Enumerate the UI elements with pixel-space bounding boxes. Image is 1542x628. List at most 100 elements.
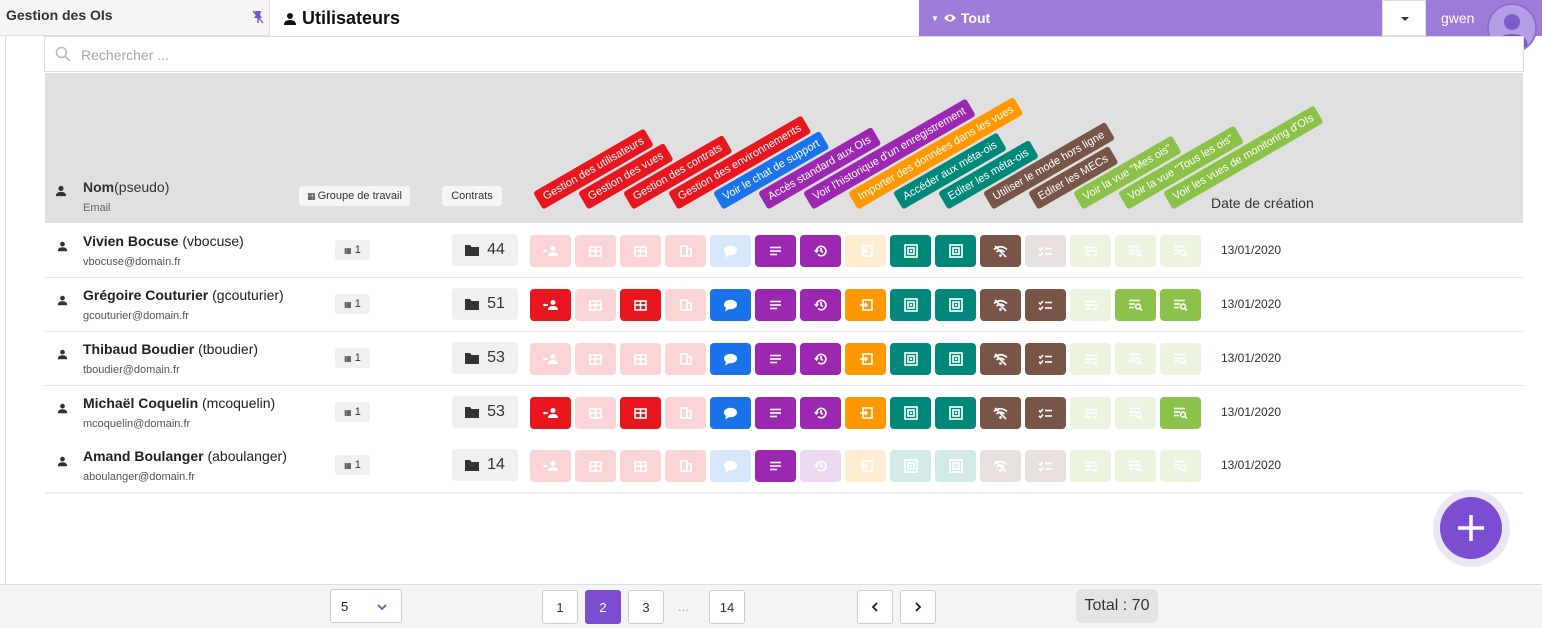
- permission-toggle-9[interactable]: [890, 235, 931, 267]
- permission-toggle-1[interactable]: [530, 397, 571, 429]
- permission-toggle-2[interactable]: [575, 289, 616, 321]
- column-header-date[interactable]: Date de création: [1211, 195, 1314, 211]
- permission-toggle-7[interactable]: [800, 289, 841, 321]
- permission-toggle-4[interactable]: [665, 450, 706, 482]
- permission-toggle-11[interactable]: [980, 397, 1021, 429]
- pin-icon[interactable]: [252, 10, 264, 24]
- permission-toggle-5[interactable]: [710, 450, 751, 482]
- permission-toggle-9[interactable]: [890, 289, 931, 321]
- table-row[interactable]: Thibaud Boudier (tboudier) tboudier@doma…: [45, 332, 1523, 386]
- scope-selector[interactable]: ▼ Tout: [919, 0, 1382, 36]
- page-button-1[interactable]: 1: [542, 590, 578, 624]
- permission-toggle-10[interactable]: [935, 450, 976, 482]
- permission-toggle-14[interactable]: [1115, 289, 1156, 321]
- permission-toggle-11[interactable]: [980, 450, 1021, 482]
- user-name-cell[interactable]: Amand Boulanger (aboulanger): [83, 448, 287, 464]
- permission-toggle-8[interactable]: [845, 397, 886, 429]
- table-row[interactable]: Michaël Coquelin (mcoquelin) mcoquelin@d…: [45, 386, 1523, 440]
- permission-toggle-15[interactable]: [1160, 235, 1201, 267]
- permission-toggle-3[interactable]: [620, 235, 661, 267]
- page-button-14[interactable]: 14: [709, 590, 745, 624]
- user-name-cell[interactable]: Michaël Coquelin (mcoquelin): [83, 395, 275, 411]
- user-name-cell[interactable]: Grégoire Couturier (gcouturier): [83, 287, 284, 303]
- permission-toggle-5[interactable]: [710, 235, 751, 267]
- table-row[interactable]: Amand Boulanger (aboulanger) aboulanger@…: [45, 439, 1523, 493]
- permission-toggle-10[interactable]: [935, 343, 976, 375]
- search-input[interactable]: Rechercher ...: [81, 47, 169, 63]
- permission-toggle-1[interactable]: [530, 289, 571, 321]
- column-header-name[interactable]: Nom(pseudo): [83, 179, 169, 195]
- contracts-count-button[interactable]: 53: [452, 396, 518, 428]
- permission-toggle-14[interactable]: [1115, 343, 1156, 375]
- permission-toggle-7[interactable]: [800, 450, 841, 482]
- permission-toggle-14[interactable]: [1115, 450, 1156, 482]
- contracts-count-button[interactable]: 44: [452, 234, 518, 266]
- permission-toggle-4[interactable]: [665, 235, 706, 267]
- permission-toggle-13[interactable]: [1070, 397, 1111, 429]
- permission-toggle-1[interactable]: [530, 235, 571, 267]
- permission-toggle-12[interactable]: [1025, 235, 1066, 267]
- permission-toggle-3[interactable]: [620, 343, 661, 375]
- permission-toggle-6[interactable]: [755, 450, 796, 482]
- permission-toggle-14[interactable]: [1115, 235, 1156, 267]
- permission-toggle-8[interactable]: [845, 235, 886, 267]
- permission-toggle-6[interactable]: [755, 397, 796, 429]
- next-page-button[interactable]: [900, 590, 936, 624]
- permission-toggle-3[interactable]: [620, 397, 661, 429]
- table-row[interactable]: Vivien Bocuse (vbocuse) vbocuse@domain.f…: [45, 224, 1523, 278]
- column-header-contracts[interactable]: Contrats: [442, 186, 502, 206]
- column-header-group[interactable]: ▦ Groupe de travail: [299, 186, 410, 206]
- contracts-count-button[interactable]: 51: [452, 288, 518, 320]
- per-page-select[interactable]: 5: [330, 589, 402, 623]
- add-user-button[interactable]: [1440, 497, 1502, 559]
- permission-toggle-15[interactable]: [1160, 343, 1201, 375]
- permission-toggle-13[interactable]: [1070, 235, 1111, 267]
- permission-toggle-10[interactable]: [935, 235, 976, 267]
- permission-toggle-13[interactable]: [1070, 343, 1111, 375]
- previous-page-button[interactable]: [857, 590, 893, 624]
- permission-toggle-2[interactable]: [575, 343, 616, 375]
- workgroup-badge[interactable]: ▦ 1: [335, 348, 370, 368]
- permission-toggle-9[interactable]: [890, 450, 931, 482]
- permission-toggle-5[interactable]: [710, 289, 751, 321]
- permission-toggle-13[interactable]: [1070, 450, 1111, 482]
- search-bar[interactable]: Rechercher ...: [44, 36, 1524, 72]
- permission-toggle-15[interactable]: [1160, 450, 1201, 482]
- permission-toggle-15[interactable]: [1160, 289, 1201, 321]
- table-row[interactable]: Grégoire Couturier (gcouturier) gcouturi…: [45, 278, 1523, 332]
- permission-toggle-4[interactable]: [665, 289, 706, 321]
- contracts-count-button[interactable]: 53: [452, 342, 518, 374]
- permission-toggle-12[interactable]: [1025, 343, 1066, 375]
- permission-toggle-13[interactable]: [1070, 289, 1111, 321]
- permission-toggle-6[interactable]: [755, 343, 796, 375]
- permission-toggle-1[interactable]: [530, 343, 571, 375]
- permission-toggle-2[interactable]: [575, 397, 616, 429]
- workgroup-badge[interactable]: ▦ 1: [335, 402, 370, 422]
- permission-toggle-6[interactable]: [755, 289, 796, 321]
- permission-toggle-15[interactable]: [1160, 397, 1201, 429]
- permission-toggle-3[interactable]: [620, 289, 661, 321]
- permission-toggle-4[interactable]: [665, 343, 706, 375]
- permission-toggle-11[interactable]: [980, 343, 1021, 375]
- permission-toggle-7[interactable]: [800, 343, 841, 375]
- page-button-3[interactable]: 3: [628, 590, 664, 624]
- permission-toggle-12[interactable]: [1025, 289, 1066, 321]
- permission-toggle-10[interactable]: [935, 397, 976, 429]
- permission-toggle-6[interactable]: [755, 235, 796, 267]
- permission-toggle-7[interactable]: [800, 235, 841, 267]
- permission-toggle-9[interactable]: [890, 397, 931, 429]
- permission-toggle-3[interactable]: [620, 450, 661, 482]
- permission-toggle-8[interactable]: [845, 450, 886, 482]
- permission-toggle-2[interactable]: [575, 450, 616, 482]
- permission-toggle-7[interactable]: [800, 397, 841, 429]
- permission-toggle-12[interactable]: [1025, 397, 1066, 429]
- user-name-cell[interactable]: Vivien Bocuse (vbocuse): [83, 233, 244, 249]
- workgroup-badge[interactable]: ▦ 1: [335, 240, 370, 260]
- user-name-cell[interactable]: Thibaud Boudier (tboudier): [83, 341, 258, 357]
- workgroup-badge[interactable]: ▦ 1: [335, 294, 370, 314]
- permission-toggle-5[interactable]: [710, 343, 751, 375]
- permission-toggle-4[interactable]: [665, 397, 706, 429]
- page-button-2[interactable]: 2: [585, 590, 621, 624]
- workgroup-badge[interactable]: ▦ 1: [335, 455, 370, 475]
- permission-toggle-5[interactable]: [710, 397, 751, 429]
